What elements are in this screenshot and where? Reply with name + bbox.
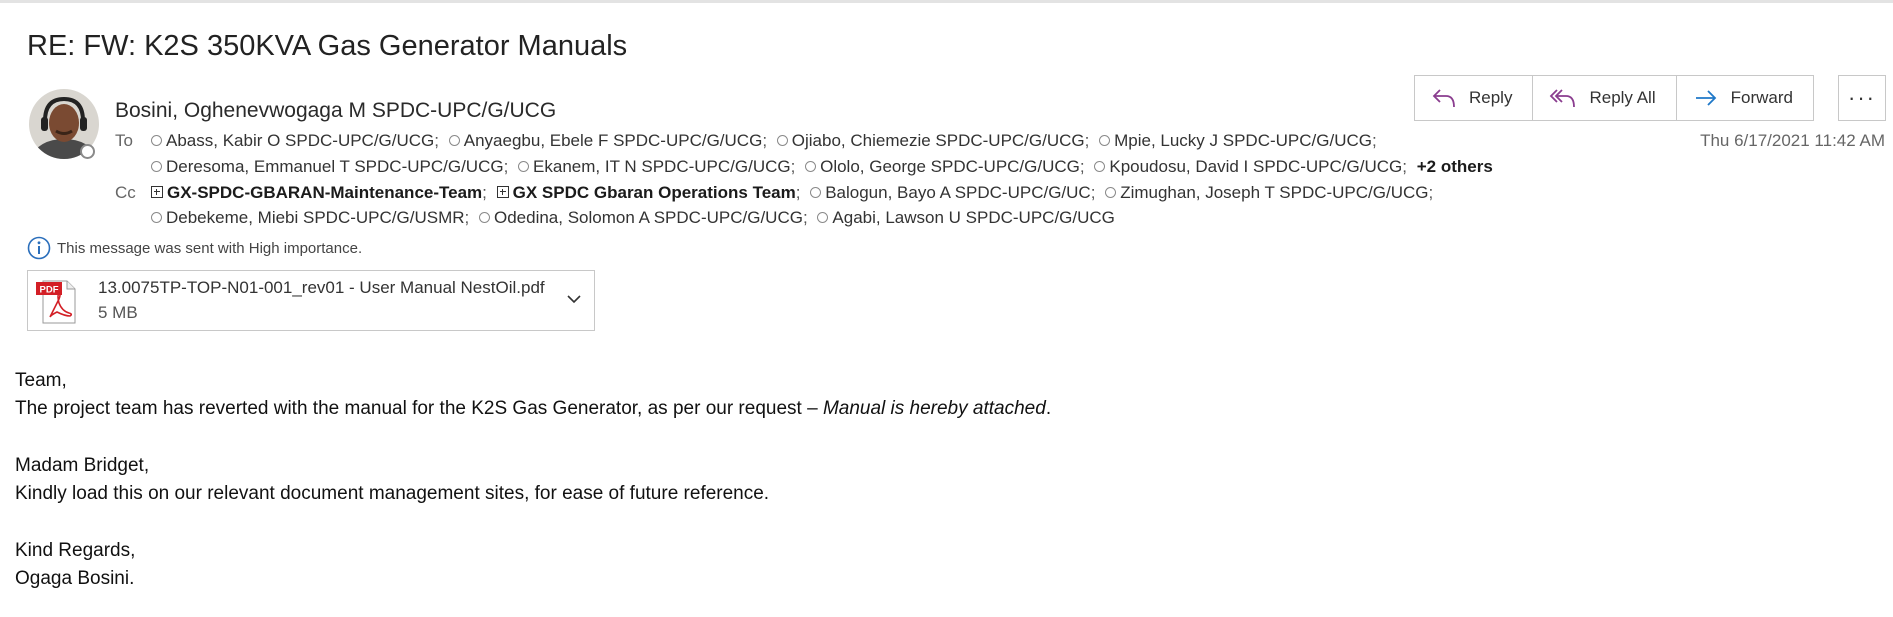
recipient[interactable]: Anyaegbu, Ebele F SPDC-UPC/G/UCG (448, 131, 762, 150)
to-recipients-line-2: Deresoma, Emmanuel T SPDC-UPC/G/UCG; Eka… (151, 157, 1493, 177)
presence-icon (810, 187, 822, 198)
sender-name[interactable]: Bosini, Oghenevwogaga M SPDC-UPC/G/UCG (115, 99, 556, 123)
reply-all-icon (1550, 89, 1576, 108)
message-body: Team, The project team has reverted with… (15, 367, 1051, 593)
reply-icon (1432, 89, 1455, 108)
forward-arrow-icon (1695, 90, 1716, 106)
reply-all-label: Reply All (1589, 88, 1656, 107)
recipient[interactable]: Ololo, George SPDC-UPC/G/UCG (805, 157, 1080, 176)
importance-text: This message was sent with High importan… (57, 239, 363, 257)
presence-status-icon (80, 144, 95, 159)
recipient[interactable]: Mpie, Lucky J SPDC-UPC/G/UCG (1099, 131, 1372, 150)
expand-group-icon[interactable] (151, 186, 163, 198)
recipient[interactable]: Kpoudosu, David I SPDC-UPC/G/UCG (1094, 157, 1402, 176)
expand-group-icon[interactable] (496, 186, 509, 198)
reply-label: Reply (1469, 88, 1513, 107)
recipient[interactable]: Debekeme, Miebi SPDC-UPC/G/USMR (151, 208, 465, 227)
presence-icon (478, 212, 490, 223)
info-icon (27, 236, 51, 260)
presence-icon (518, 161, 530, 172)
attachment-name[interactable]: 13.0075TP-TOP-N01-001_rev01 - User Manua… (98, 278, 545, 298)
chevron-down-icon[interactable] (566, 291, 582, 307)
cc-group[interactable]: GX-SPDC-GBARAN-Maintenance-Team (151, 183, 482, 202)
forward-label: Forward (1730, 88, 1793, 107)
message-actions-toolbar: Reply Reply All Forward (1414, 75, 1814, 121)
body-line: Kind Regards, (15, 539, 136, 561)
recipient[interactable]: Odedina, Solomon A SPDC-UPC/G/UCG (478, 208, 803, 227)
cc-recipients-line-1: GX-SPDC-GBARAN-Maintenance-Team; GX SPDC… (151, 183, 1438, 203)
body-line: Team, (15, 370, 67, 391)
presence-icon (151, 135, 162, 146)
email-subject: RE: FW: K2S 350KVA Gas Generator Manuals (27, 30, 628, 62)
presence-icon (1105, 187, 1117, 198)
presence-icon (817, 212, 829, 223)
cc-label: Cc (115, 183, 136, 202)
recipient[interactable]: Zimughan, Joseph T SPDC-UPC/G/UCG (1105, 183, 1429, 202)
more-options-icon: ··· (1848, 85, 1876, 110)
presence-icon (151, 212, 162, 223)
reply-all-button[interactable]: Reply All (1533, 76, 1677, 120)
presence-icon (805, 161, 817, 172)
presence-icon (151, 161, 162, 172)
cc-recipients-line-2: Debekeme, Miebi SPDC-UPC/G/USMR; Odedina… (151, 208, 1115, 228)
more-recipients-link[interactable]: +2 others (1417, 157, 1493, 176)
recipient[interactable]: Balogun, Bayo A SPDC-UPC/G/UC (810, 183, 1091, 202)
importance-banner: This message was sent with High importan… (27, 236, 362, 260)
to-recipients-line-1: Abass, Kabir O SPDC-UPC/G/UCG; Anyaegbu,… (151, 131, 1382, 151)
pdf-file-icon: PDF (36, 280, 76, 324)
body-line: The project team has reverted with the m… (15, 398, 1052, 420)
reply-button[interactable]: Reply (1415, 76, 1534, 120)
body-line: Madam Bridget, (15, 454, 150, 476)
presence-icon (1099, 135, 1111, 146)
attachment-size: 5 MB (98, 303, 138, 322)
top-divider (0, 0, 1893, 3)
svg-text:PDF: PDF (40, 285, 59, 296)
presence-icon (1094, 161, 1106, 172)
attachment-card[interactable]: PDF 13.0075TP-TOP-N01-001_rev01 - User M… (27, 270, 595, 331)
recipient[interactable]: Abass, Kabir O SPDC-UPC/G/UCG (151, 131, 434, 150)
cc-group[interactable]: GX SPDC Gbaran Operations Team (496, 183, 796, 202)
recipient[interactable]: Ekanem, IT N SPDC-UPC/G/UCG (518, 157, 791, 176)
presence-icon (776, 135, 788, 146)
recipient[interactable]: Deresoma, Emmanuel T SPDC-UPC/G/UCG (151, 157, 504, 176)
body-line: Kindly load this on our relevant documen… (15, 483, 770, 505)
signature-name: Ogaga Bosini. (15, 568, 135, 590)
forward-button[interactable]: Forward (1677, 76, 1813, 120)
presence-icon (448, 135, 460, 146)
to-label: To (115, 131, 133, 150)
sent-date: Thu 6/17/2021 11:42 AM (1700, 131, 1885, 150)
recipient[interactable]: Ojiabo, Chiemezie SPDC-UPC/G/UCG (776, 131, 1085, 150)
recipient[interactable]: Agabi, Lawson U SPDC-UPC/G/UCG (817, 208, 1115, 227)
more-actions-button[interactable]: ··· (1838, 75, 1886, 121)
